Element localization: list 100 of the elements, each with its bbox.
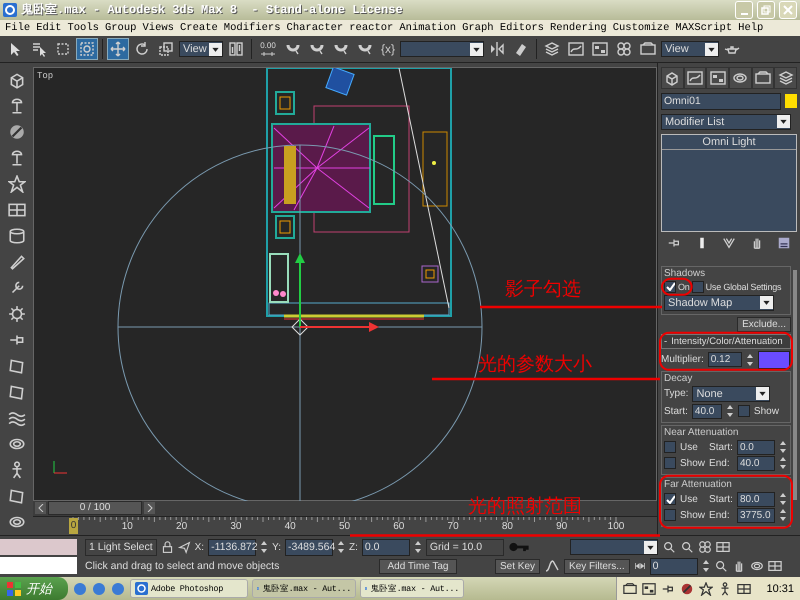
spheres-icon[interactable] xyxy=(698,540,712,554)
gear-icon[interactable] xyxy=(8,304,26,323)
key-filters-button[interactable]: Key Filters... xyxy=(564,558,630,574)
spinner-icon[interactable] xyxy=(778,440,787,454)
start-field[interactable]: 80.0 xyxy=(736,492,775,507)
stack-item[interactable]: Omni Light xyxy=(662,134,796,150)
tray-icon[interactable] xyxy=(737,582,752,596)
tool-button[interactable] xyxy=(76,38,98,60)
spinner-icon[interactable] xyxy=(746,352,754,367)
panel-icon[interactable] xyxy=(8,200,26,219)
quick-launch-icon[interactable] xyxy=(110,580,126,596)
panel-tab[interactable] xyxy=(774,66,798,89)
coordinate-field[interactable]: 0.0 xyxy=(362,538,410,556)
listener-field[interactable] xyxy=(0,538,77,555)
checkbox[interactable] xyxy=(664,493,676,506)
coordinate-field[interactable]: -3489.564 xyxy=(285,538,333,556)
panel-tab[interactable] xyxy=(729,66,752,89)
cloth-icon[interactable] xyxy=(8,486,26,505)
layers-icon[interactable] xyxy=(544,41,560,58)
taskbar-button[interactable]: 鬼卧室.max - Aut... xyxy=(360,579,464,598)
panel-tab[interactable] xyxy=(661,66,684,89)
cloth-icon[interactable] xyxy=(8,382,26,401)
spinner-icon[interactable] xyxy=(726,404,734,418)
menu-item[interactable]: Customize xyxy=(610,22,672,34)
coordinate-field[interactable]: -1136.872 xyxy=(208,538,256,556)
collapse-sign[interactable]: - xyxy=(664,336,668,347)
start-field[interactable]: 0.0 xyxy=(736,440,775,455)
taskbar-button[interactable]: 鬼卧室.max - Aut... xyxy=(252,579,356,598)
viewport-label[interactable]: Top xyxy=(37,70,54,81)
quick-launch-icon[interactable] xyxy=(91,580,107,596)
checkbox[interactable] xyxy=(692,280,704,293)
spheres-icon[interactable] xyxy=(616,41,632,58)
cylinder-icon[interactable] xyxy=(8,226,26,245)
slider-icon[interactable] xyxy=(260,50,276,58)
checkbox[interactable] xyxy=(664,457,676,470)
tray-icon[interactable] xyxy=(623,582,638,596)
quick-launch-icon[interactable] xyxy=(72,580,88,596)
rollout-title-bar[interactable]: - Intensity/Color/Attenuation xyxy=(661,334,791,349)
track-bar[interactable]: 0 10 20 30 40 50 60 70 80 90 100 xyxy=(33,516,657,535)
shadow-type-dropdown[interactable]: Shadow Map xyxy=(664,294,774,311)
panel-tab[interactable] xyxy=(684,66,706,89)
decay-type-dropdown[interactable]: None xyxy=(692,386,770,402)
sphere-icon[interactable] xyxy=(8,122,26,141)
zoom-icon[interactable] xyxy=(714,559,728,574)
decay-start-field[interactable]: 40.0 xyxy=(692,404,722,419)
panel-tab[interactable] xyxy=(706,66,730,89)
zoom-icon[interactable] xyxy=(662,540,676,554)
tangent-icon[interactable] xyxy=(544,558,560,574)
cursor-icon[interactable] xyxy=(178,540,191,554)
spinner-icon[interactable] xyxy=(778,456,787,470)
add-time-tag-button[interactable]: Add Time Tag xyxy=(379,558,457,574)
funnel-icon[interactable] xyxy=(722,236,736,250)
pivot-icon[interactable] xyxy=(228,41,244,58)
spinner-icon[interactable] xyxy=(337,540,345,554)
exclude-button[interactable]: Exclude... xyxy=(737,316,791,332)
spinner-icon[interactable] xyxy=(778,492,787,506)
render-icon[interactable] xyxy=(640,41,656,58)
object-name-field[interactable]: Omni01 xyxy=(661,92,781,110)
object-color-swatch[interactable] xyxy=(785,94,797,108)
modifier-stack[interactable]: Omni Light xyxy=(661,134,797,232)
multiplier-field[interactable]: 0.12 xyxy=(708,352,742,368)
start-button[interactable]: 开始 xyxy=(0,577,68,600)
spinner-icon[interactable] xyxy=(702,559,710,574)
modifier-list-dropdown[interactable]: Modifier List xyxy=(661,114,791,130)
curve-editor-icon[interactable] xyxy=(568,41,584,58)
lock-icon[interactable] xyxy=(160,540,174,554)
menu-item[interactable]: Views xyxy=(139,22,177,34)
panel-icon[interactable] xyxy=(716,540,730,554)
set-key-button[interactable]: Set Key xyxy=(495,558,540,574)
menu-item[interactable]: Help xyxy=(735,22,766,34)
checkbox[interactable] xyxy=(664,509,676,522)
config-icon[interactable] xyxy=(777,236,791,250)
menu-item[interactable]: Edit xyxy=(33,22,64,34)
light-color-swatch[interactable] xyxy=(758,350,790,369)
menu-item[interactable]: Animation xyxy=(396,22,460,34)
selection-set-dropdown[interactable] xyxy=(570,539,658,556)
zoom-icon[interactable] xyxy=(680,540,694,554)
menu-item[interactable]: Rendering xyxy=(546,22,610,34)
taskbar-button[interactable]: Adobe Photoshop xyxy=(130,579,248,598)
spinner-icon[interactable] xyxy=(778,508,787,522)
brush-icon[interactable] xyxy=(8,252,26,271)
checkbox[interactable] xyxy=(664,441,676,454)
menu-item[interactable]: Character xyxy=(284,22,346,34)
menu-item[interactable]: Group xyxy=(102,22,140,34)
scrollbar[interactable] xyxy=(793,270,797,500)
menu-item[interactable]: Tools xyxy=(64,22,102,34)
menu-item[interactable]: File xyxy=(2,22,34,34)
named-selection-button[interactable]: {x} xyxy=(378,42,398,56)
render-type-dropdown[interactable]: View xyxy=(661,41,720,58)
spinner-icon[interactable] xyxy=(414,540,422,554)
previous-frame-button[interactable] xyxy=(35,502,46,514)
menu-item[interactable]: Graph Editors xyxy=(459,22,547,34)
box-icon[interactable] xyxy=(8,70,26,89)
next-frame-button[interactable] xyxy=(144,502,155,514)
menu-item[interactable]: Modifiers xyxy=(220,22,284,34)
panel-tab[interactable] xyxy=(752,66,774,89)
mirror-icon[interactable] xyxy=(489,41,506,58)
cloth-icon[interactable] xyxy=(8,356,26,375)
checkbox[interactable] xyxy=(664,280,676,293)
tray-icon[interactable] xyxy=(680,582,694,596)
